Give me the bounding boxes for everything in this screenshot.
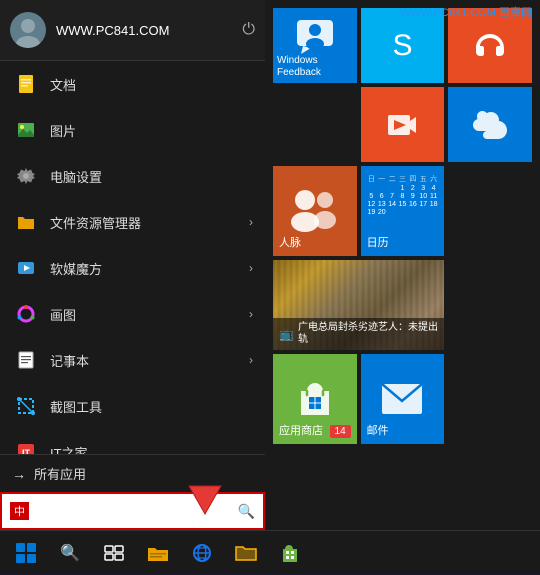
notepad-label: 记事本 (50, 351, 249, 370)
tile-calendar[interactable]: 日 一 二 三 四 五 六 1 2 3 4 5 6 7 (361, 166, 445, 256)
taskbar-search[interactable]: 🔍 (48, 531, 92, 575)
tile-people[interactable]: 人脉 (273, 166, 357, 256)
ime-indicator[interactable]: 中 (10, 502, 29, 520)
media-icon (12, 254, 40, 282)
menu-list: 文档 图片 电脑设置 (0, 61, 265, 454)
video-icon (386, 109, 418, 141)
news-overlay: 📺 广电总局封杀劣迹艺人：未提出轨 (273, 318, 444, 350)
menu-item-pictures[interactable]: 图片 (0, 107, 265, 153)
paint-label: 画图 (50, 305, 249, 324)
mail-icon (380, 382, 424, 416)
ie-icon (191, 542, 213, 564)
notepad-arrow: › (249, 353, 253, 367)
all-apps[interactable]: → 所有应用 (0, 454, 265, 492)
taskview-icon (104, 545, 124, 561)
notepad-icon (12, 346, 40, 374)
search-bar: 中 🔍 (0, 492, 265, 530)
menu-item-documents[interactable]: 文档 (0, 61, 265, 107)
people-icon (285, 184, 345, 239)
menu-item-ithome[interactable]: IT IT之家 (0, 429, 265, 454)
watermark: WWW.PC841.COM 百事网 (400, 4, 532, 20)
start-menu: WWW.PC841.COM ⏻ 文档 图片 (0, 0, 540, 530)
taskbar-store[interactable] (268, 531, 312, 575)
tile-spacer-news (448, 260, 532, 350)
onedrive-icon (471, 111, 509, 139)
left-panel: WWW.PC841.COM ⏻ 文档 图片 (0, 0, 265, 530)
paint-arrow: › (249, 307, 253, 321)
tile-mail[interactable]: 邮件 (361, 354, 445, 444)
documents-label: 文档 (50, 75, 253, 94)
news-channel-icon: 📺 (279, 327, 294, 341)
taskbar: 🔍 (0, 530, 540, 574)
taskbar-ie[interactable] (180, 531, 224, 575)
settings-label: 电脑设置 (50, 167, 253, 186)
svg-text:IT: IT (22, 448, 31, 454)
calendar-grid: 日 一 二 三 四 五 六 1 2 3 4 5 6 7 (367, 174, 439, 216)
filemanager-taskbar-icon (235, 544, 257, 562)
down-arrow-indicator (185, 478, 225, 525)
taskbar-taskview[interactable] (92, 531, 136, 575)
all-apps-label: 所有应用 (34, 464, 86, 483)
documents-icon (12, 70, 40, 98)
filemanager-icon (12, 208, 40, 236)
feedback-icon (291, 12, 339, 60)
tile-spacer-store (448, 354, 532, 444)
snipping-label: 截图工具 (50, 397, 253, 416)
search-icon[interactable]: 🔍 (238, 503, 255, 520)
menu-item-notepad[interactable]: 记事本 › (0, 337, 265, 383)
menu-item-settings[interactable]: 电脑设置 (0, 153, 265, 199)
store-badge: 14 (330, 425, 351, 438)
taskbar-start[interactable] (4, 531, 48, 575)
people-label: 人脉 (279, 234, 301, 250)
menu-item-filemanager[interactable]: 文件资源管理器 › (0, 199, 265, 245)
ithome-icon: IT (12, 438, 40, 454)
explorer-icon (147, 544, 169, 562)
tile-video[interactable] (361, 87, 445, 162)
tile-feedback[interactable]: Windows Feedback (273, 8, 357, 83)
skype-s-icon: S (392, 29, 412, 63)
store-taskbar-icon (280, 542, 300, 564)
news-text: 广电总局封杀劣迹艺人：未提出轨 (298, 322, 438, 346)
ithome-label: IT之家 (50, 443, 253, 455)
headphones-icon (474, 30, 506, 62)
filemanager-label: 文件资源管理器 (50, 213, 249, 232)
pictures-label: 图片 (50, 121, 253, 140)
windows-logo-icon (16, 543, 36, 563)
tile-news[interactable]: 📺 广电总局封杀劣迹艺人：未提出轨 (273, 260, 444, 350)
media-arrow: › (249, 261, 253, 275)
taskbar-search-icon: 🔍 (60, 543, 80, 563)
all-apps-icon: → (12, 466, 26, 482)
tile-spacer-r3 (448, 166, 532, 256)
power-icon[interactable]: ⏻ (242, 21, 255, 39)
tiles-panel: S (265, 0, 540, 530)
taskbar-explorer[interactable] (136, 531, 180, 575)
store-icon-wrap (293, 377, 337, 421)
pictures-icon (12, 116, 40, 144)
user-name: WWW.PC841.COM (56, 23, 242, 38)
user-header: WWW.PC841.COM ⏻ (0, 0, 265, 61)
menu-item-snipping[interactable]: 截图工具 (0, 383, 265, 429)
media-label: 软媒魔方 (50, 259, 249, 278)
tile-store[interactable]: 应用商店 14 (273, 354, 357, 444)
menu-item-media[interactable]: 软媒魔方 › (0, 245, 265, 291)
store-label: 应用商店 (279, 422, 323, 438)
snipping-icon (12, 392, 40, 420)
taskbar-filemanager[interactable] (224, 531, 268, 575)
feedback-label: Windows Feedback (277, 55, 357, 79)
filemanager-arrow: › (249, 215, 253, 229)
mail-label: 邮件 (367, 422, 389, 438)
paint-icon (12, 300, 40, 328)
menu-item-paint[interactable]: 画图 › (0, 291, 265, 337)
store-icon (293, 377, 337, 421)
tile-onedrive[interactable] (448, 87, 532, 162)
avatar (10, 12, 46, 48)
calendar-label: 日历 (367, 234, 389, 250)
settings-icon (12, 162, 40, 190)
screen: WWW.PC841.COM 百事网 WWW.PC841.COM ⏻ (0, 0, 540, 575)
